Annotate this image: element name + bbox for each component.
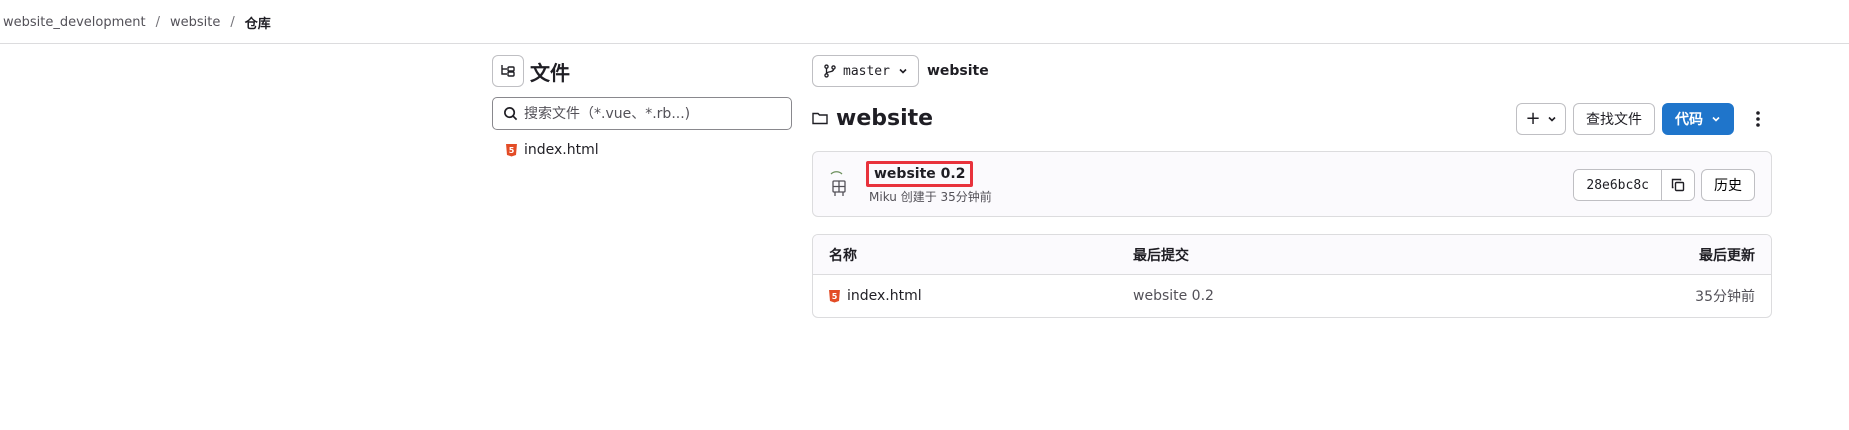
file-tree-item-label: index.html bbox=[524, 142, 599, 158]
file-table: 名称 最后提交 最后更新 5 index.html website 0.2 35… bbox=[812, 234, 1772, 318]
commit-actions: 28e6bc8c 历史 bbox=[1573, 169, 1755, 201]
breadcrumb: website_development / website / 仓库 bbox=[3, 13, 271, 32]
add-dropdown-button[interactable]: + bbox=[1516, 103, 1566, 135]
file-tree-header: 文件 bbox=[492, 55, 792, 87]
code-button-label: 代码 bbox=[1675, 112, 1703, 128]
last-commit-link[interactable]: website 0.2 bbox=[1133, 288, 1553, 304]
branch-name: master bbox=[843, 63, 890, 79]
top-bar: website_development / website / 仓库 bbox=[0, 0, 1849, 44]
commit-title-highlight: website 0.2 bbox=[866, 161, 974, 187]
repo-title-row: website + 查找文件 代码 bbox=[812, 101, 1772, 135]
find-file-button[interactable]: 查找文件 bbox=[1573, 103, 1655, 135]
breadcrumb-project-link[interactable]: website bbox=[170, 15, 220, 30]
column-header-last-commit: 最后提交 bbox=[1133, 247, 1189, 264]
commit-time: 创建于 35分钟前 bbox=[900, 190, 992, 204]
commit-author-link[interactable]: Miku bbox=[869, 190, 897, 204]
breadcrumb-group-link[interactable]: website_development bbox=[3, 15, 146, 30]
broken-image-icon bbox=[830, 171, 846, 196]
history-button[interactable]: 历史 bbox=[1701, 169, 1755, 201]
file-search-box[interactable] bbox=[492, 97, 792, 130]
file-name-cell[interactable]: 5 index.html bbox=[813, 288, 1133, 304]
avatar[interactable] bbox=[827, 170, 851, 200]
copy-icon bbox=[1671, 178, 1685, 192]
branch-icon bbox=[824, 64, 836, 78]
html5-icon: 5 bbox=[506, 143, 517, 157]
table-header: 名称 最后提交 最后更新 bbox=[813, 235, 1771, 275]
more-actions-button[interactable] bbox=[1744, 103, 1772, 135]
file-tree-icon bbox=[501, 65, 515, 77]
commit-title-link[interactable]: website 0.2 bbox=[874, 166, 965, 182]
file-tree-panel: 文件 5 index.html bbox=[492, 55, 792, 158]
last-commit-box: website 0.2 Miku 创建于 35分钟前 28e6bc8c 历史 bbox=[812, 151, 1772, 217]
file-tree-toggle-button[interactable] bbox=[492, 55, 524, 87]
search-icon bbox=[504, 107, 518, 121]
html5-icon: 5 bbox=[829, 289, 840, 303]
file-tree-title: 文件 bbox=[530, 60, 570, 85]
plus-icon: + bbox=[1525, 108, 1541, 129]
folder-icon bbox=[812, 112, 828, 125]
code-dropdown-button[interactable]: 代码 bbox=[1662, 103, 1734, 135]
table-row: 5 index.html website 0.2 35分钟前 bbox=[813, 275, 1771, 317]
breadcrumb-separator: / bbox=[230, 15, 235, 30]
column-header-name: 名称 bbox=[829, 247, 857, 264]
breadcrumb-separator: / bbox=[155, 15, 161, 30]
repo-actions: + 查找文件 代码 bbox=[1509, 103, 1772, 135]
column-header-last-update: 最后更新 bbox=[1699, 247, 1755, 264]
file-name-link[interactable]: index.html bbox=[847, 288, 922, 304]
repo-path-link[interactable]: website bbox=[927, 63, 989, 79]
chevron-down-icon bbox=[1712, 116, 1720, 122]
commit-sha-group: 28e6bc8c bbox=[1573, 169, 1695, 201]
chevron-down-icon bbox=[1547, 116, 1556, 122]
repo-title: website bbox=[836, 105, 934, 131]
commit-meta: Miku 创建于 35分钟前 bbox=[869, 188, 992, 205]
file-tree-item[interactable]: 5 index.html bbox=[506, 142, 792, 158]
branch-row: master website bbox=[812, 55, 1772, 87]
chevron-down-icon bbox=[899, 68, 907, 74]
last-update-time: 35分钟前 bbox=[1695, 289, 1755, 305]
commit-sha[interactable]: 28e6bc8c bbox=[1574, 170, 1662, 200]
copy-sha-button[interactable] bbox=[1662, 170, 1694, 200]
kebab-menu-icon bbox=[1756, 111, 1760, 127]
repository-main: master website website + 查找文件 代码 website… bbox=[812, 55, 1772, 318]
breadcrumb-current[interactable]: 仓库 bbox=[245, 13, 271, 32]
branch-selector[interactable]: master bbox=[812, 55, 919, 87]
file-search-input[interactable] bbox=[524, 105, 774, 122]
